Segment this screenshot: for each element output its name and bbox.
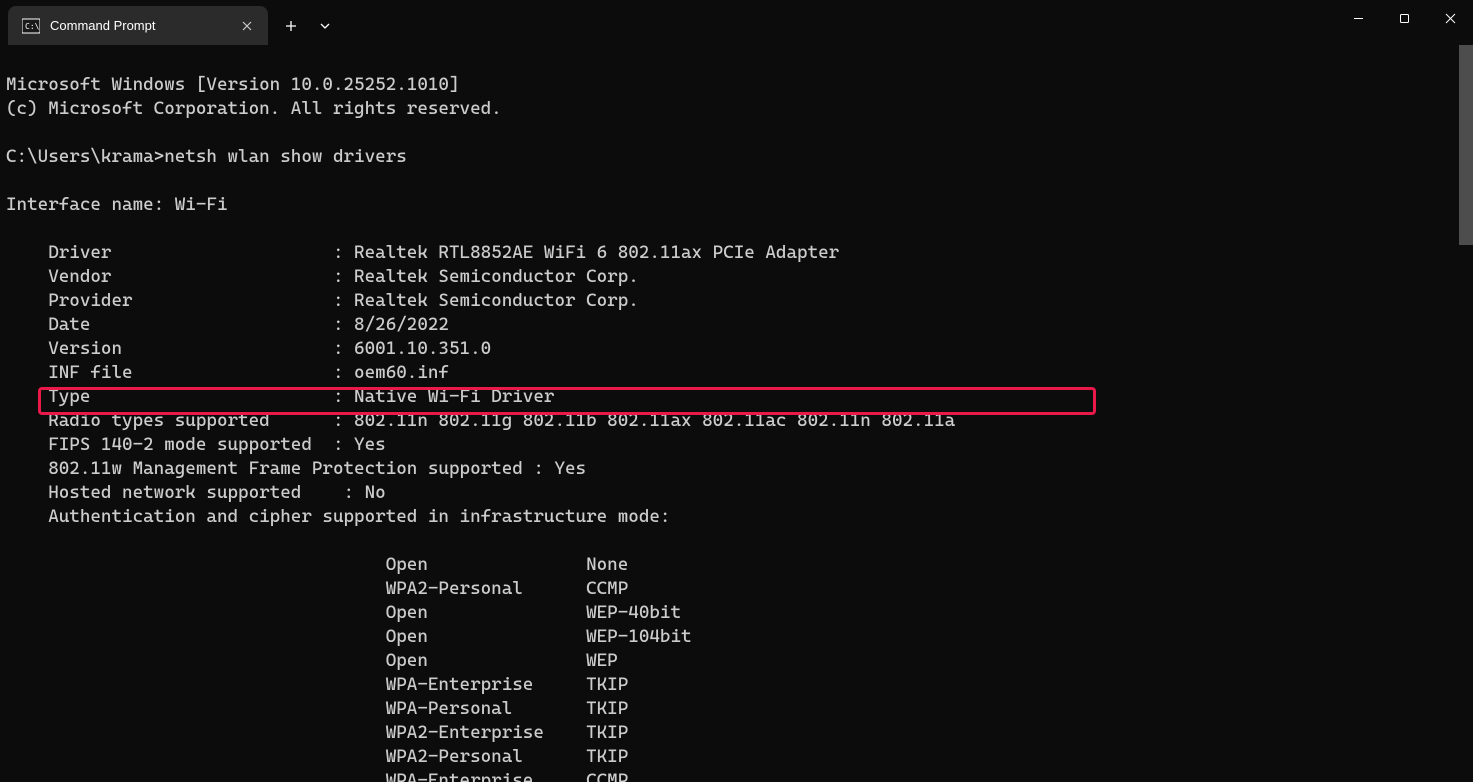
- tab-close-button[interactable]: [238, 17, 256, 35]
- window-controls: [1335, 0, 1473, 45]
- tab-title: Command Prompt: [50, 18, 228, 33]
- interface-line: Interface name: Wi-Fi: [6, 194, 227, 215]
- titlebar-tools: [274, 0, 342, 45]
- minimize-button[interactable]: [1335, 0, 1381, 36]
- tab-command-prompt[interactable]: C:\ Command Prompt: [8, 6, 268, 45]
- scrollbar-thumb[interactable]: [1459, 45, 1473, 245]
- header-line2: (c) Microsoft Corporation. All rights re…: [6, 98, 502, 119]
- scrollbar[interactable]: [1459, 45, 1473, 782]
- cmd-icon: C:\: [22, 17, 40, 35]
- header-line1: Microsoft Windows [Version 10.0.25252.10…: [6, 74, 460, 95]
- close-button[interactable]: [1427, 0, 1473, 36]
- terminal-output[interactable]: Microsoft Windows [Version 10.0.25252.10…: [0, 45, 1473, 782]
- terminal-window: C:\ Command Prompt: [0, 0, 1473, 782]
- command: netsh wlan show drivers: [164, 146, 407, 167]
- svg-text:C:\: C:\: [25, 22, 40, 31]
- tab-dropdown-button[interactable]: [308, 9, 342, 43]
- titlebar-drag-area[interactable]: [342, 0, 1335, 45]
- maximize-button[interactable]: [1381, 0, 1427, 36]
- driver-fields: Driver : Realtek RTL8852AE WiFi 6 802.11…: [6, 242, 955, 527]
- new-tab-button[interactable]: [274, 9, 308, 43]
- auth-cipher-list: Open None WPA2-Personal CCMP Open WEP-40…: [6, 554, 692, 782]
- titlebar: C:\ Command Prompt: [0, 0, 1473, 45]
- prompt: C:\Users\krama>: [6, 146, 164, 167]
